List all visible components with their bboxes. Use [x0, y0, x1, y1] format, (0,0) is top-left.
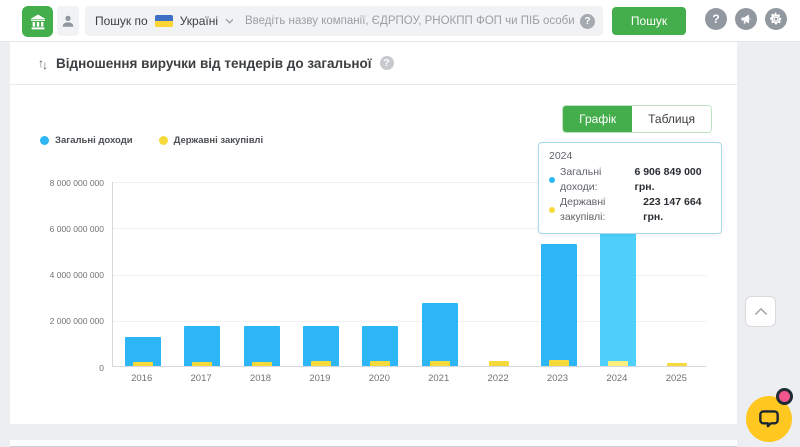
chat-bubble-icon — [756, 406, 782, 432]
sort-icon[interactable]: ↑↓ — [38, 56, 46, 70]
tooltip-value-income: 6 906 849 000 грн. — [634, 165, 711, 195]
scroll-to-top-button[interactable] — [745, 296, 776, 327]
scope-label: Пошук по — [95, 14, 148, 28]
legend-label-procurement: Державні закупівлі — [174, 135, 264, 146]
settings-button[interactable] — [765, 8, 787, 30]
bar-2023-income[interactable] — [541, 244, 577, 366]
bar-2017-income[interactable] — [184, 326, 220, 366]
y-tick-label: 0 — [10, 363, 104, 373]
tab-table[interactable]: Таблиця — [632, 106, 711, 132]
bar-2020-procurement[interactable] — [370, 361, 390, 366]
x-tick-label: 2022 — [473, 373, 523, 384]
tooltip-year: 2024 — [549, 150, 711, 162]
tooltip-label-income: Загальні доходи: — [560, 165, 629, 195]
top-toolbar: Пошук по Україні Введіть назву компанії,… — [0, 0, 800, 42]
legend-item-procurement[interactable]: Державні закупівлі — [159, 135, 264, 146]
search-help-icon[interactable]: ? — [580, 14, 595, 29]
view-tabs: Графік Таблиця — [562, 105, 712, 133]
help-button[interactable]: ? — [705, 8, 727, 30]
x-tick-label: 2018 — [236, 373, 286, 384]
search-scope-select[interactable]: Пошук по Україні — [85, 6, 244, 36]
chat-notification-badge — [776, 388, 793, 405]
x-tick-label: 2020 — [354, 373, 404, 384]
bar-2021-income[interactable] — [422, 303, 458, 366]
bar-2020-income[interactable] — [362, 326, 398, 366]
y-tick-label: 8 000 000 000 — [10, 178, 104, 188]
bar-2016-procurement[interactable] — [133, 362, 153, 366]
bar-2023-procurement[interactable] — [549, 360, 569, 366]
x-tick-label: 2023 — [533, 373, 583, 384]
person-icon — [61, 14, 75, 28]
legend-dot-procurement — [159, 136, 168, 145]
home-button[interactable] — [22, 6, 53, 37]
x-tick-label: 2024 — [592, 373, 642, 384]
bar-2024-procurement[interactable] — [608, 361, 628, 366]
tooltip-row-procurement: Державні закупівлі: 223 147 664 грн. — [549, 195, 711, 225]
scope-value: Україні — [180, 14, 218, 28]
x-axis-labels: 2016 2017 2018 2019 2020 2021 2022 2023 2024 2025 — [112, 373, 706, 387]
search-button[interactable]: Пошук — [612, 7, 686, 35]
bar-2017-procurement[interactable] — [192, 362, 212, 366]
bar-2022-procurement[interactable] — [489, 361, 509, 366]
chart-tooltip: 2024 Загальні доходи: 6 906 849 000 грн.… — [538, 142, 722, 234]
user-button[interactable] — [57, 6, 79, 36]
tooltip-label-procurement: Державні закупівлі: — [560, 195, 638, 225]
title-help-icon[interactable]: ? — [380, 56, 394, 70]
tab-chart[interactable]: Графік — [563, 106, 632, 132]
legend-label-income: Загальні доходи — [55, 135, 133, 146]
y-tick-label: 6 000 000 000 — [10, 224, 104, 234]
x-tick-label: 2016 — [117, 373, 167, 384]
tooltip-dot-income — [549, 177, 555, 183]
chart-section: Графік Таблиця Загальні доходи Державні … — [10, 85, 737, 423]
search-input[interactable]: Введіть назву компанії, ЄДРПОУ, РНОКПП Ф… — [233, 6, 603, 36]
y-tick-label: 4 000 000 000 — [10, 270, 104, 280]
bar-2025-procurement[interactable] — [667, 363, 687, 366]
bar-2018-procurement[interactable] — [252, 362, 272, 366]
bar-2021-procurement[interactable] — [430, 361, 450, 366]
tooltip-value-procurement: 223 147 664 грн. — [643, 195, 711, 225]
x-tick-label: 2021 — [414, 373, 464, 384]
bank-icon — [29, 13, 47, 31]
page: Пошук по Україні Введіть назву компанії,… — [0, 0, 800, 447]
announcements-button[interactable] — [735, 8, 757, 30]
page-title: Відношення виручки від тендерів до загал… — [56, 56, 372, 71]
bar-2019-procurement[interactable] — [311, 361, 331, 366]
chevron-up-icon — [754, 307, 768, 316]
next-section-strip — [10, 440, 737, 447]
chart-legend: Загальні доходи Державні закупівлі — [40, 135, 263, 146]
legend-item-income[interactable]: Загальні доходи — [40, 135, 133, 146]
question-icon: ? — [712, 12, 719, 26]
tooltip-dot-procurement — [549, 207, 555, 213]
analytics-card: ↑↓ Відношення виручки від тендерів до за… — [10, 42, 737, 424]
x-tick-label: 2017 — [176, 373, 226, 384]
gear-icon — [769, 12, 783, 26]
bar-2018-income[interactable] — [244, 326, 280, 366]
megaphone-icon — [740, 13, 752, 25]
legend-dot-income — [40, 136, 49, 145]
search-placeholder: Введіть назву компанії, ЄДРПОУ, РНОКПП Ф… — [245, 15, 580, 27]
tooltip-row-income: Загальні доходи: 6 906 849 000 грн. — [549, 165, 711, 195]
y-tick-label: 2 000 000 000 — [10, 316, 104, 326]
ukraine-flag-icon — [155, 15, 173, 27]
x-tick-label: 2019 — [295, 373, 345, 384]
x-tick-label: 2025 — [651, 373, 701, 384]
section-title-row: ↑↓ Відношення виручки від тендерів до за… — [10, 42, 737, 85]
